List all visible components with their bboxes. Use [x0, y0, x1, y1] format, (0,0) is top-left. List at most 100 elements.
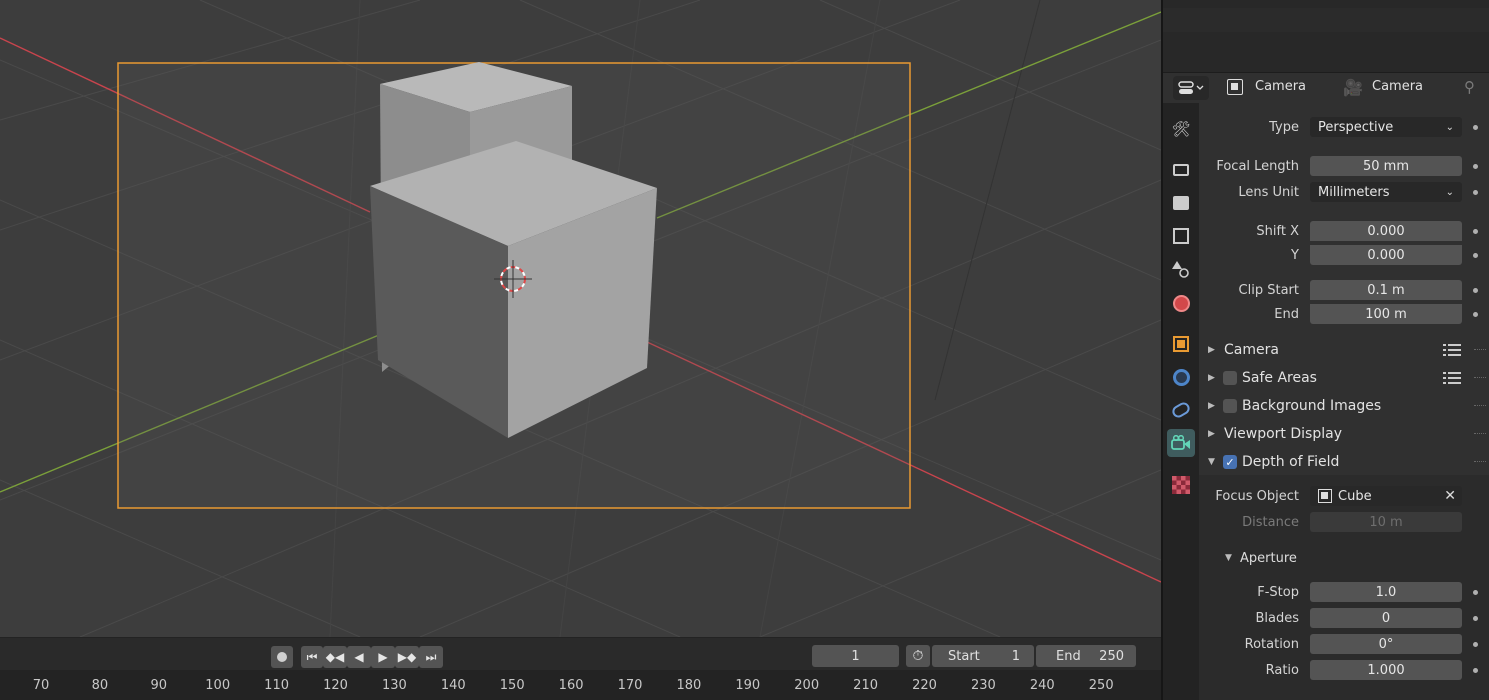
next-keyframe-icon: ▶◆: [397, 650, 417, 664]
tab-texture[interactable]: [1167, 471, 1195, 499]
preset-list-icon[interactable]: [1443, 343, 1461, 357]
render-camera-icon: [1173, 164, 1189, 176]
prev-keyframe-icon: ◆◀: [325, 650, 345, 664]
keyframe-dot[interactable]: [1473, 589, 1478, 595]
type-label: Type: [1269, 119, 1299, 135]
tab-world[interactable]: [1167, 289, 1195, 317]
focal-length-field[interactable]: 50 mm: [1310, 156, 1462, 176]
properties-editor-icon: [1178, 81, 1204, 94]
keyframe-dot[interactable]: [1473, 287, 1478, 293]
ruler-tick: 170: [617, 678, 643, 693]
jump-end-button[interactable]: ⏭: [419, 646, 443, 668]
tab-output[interactable]: [1167, 189, 1195, 217]
jump-start-icon: ⏮: [306, 649, 318, 664]
editor-type-button[interactable]: [1173, 76, 1209, 100]
clip-end-field[interactable]: 100 m: [1310, 304, 1462, 324]
ruler-tick: 130: [381, 678, 407, 693]
record-icon: [277, 652, 287, 662]
ruler-tick: 190: [735, 678, 761, 693]
background-images-checkbox[interactable]: [1223, 399, 1237, 413]
breadcrumb-data[interactable]: Camera: [1372, 79, 1423, 94]
keyframe-dot[interactable]: [1473, 252, 1478, 258]
ruler-tick: 80: [91, 678, 109, 693]
tab-physics[interactable]: [1167, 363, 1195, 391]
pin-icon[interactable]: ⚲: [1464, 78, 1475, 96]
focus-object-field[interactable]: Cube ✕: [1310, 486, 1462, 506]
keyframe-dot[interactable]: [1473, 667, 1478, 673]
aperture-subpanel[interactable]: ▼ Aperture: [1199, 547, 1489, 569]
start-value: 1: [1011, 648, 1020, 664]
ruler-tick: 200: [794, 678, 820, 693]
keyframe-dot[interactable]: [1473, 311, 1478, 317]
safe-areas-checkbox[interactable]: [1223, 371, 1237, 385]
fstop-field[interactable]: 1.0: [1310, 582, 1462, 602]
preset-list-icon[interactable]: [1443, 371, 1461, 385]
tab-view-layer[interactable]: [1167, 222, 1195, 250]
object-icon: [1318, 489, 1332, 503]
keyframe-dot[interactable]: [1473, 124, 1478, 130]
lens-unit-dropdown[interactable]: Millimeters ⌄: [1310, 182, 1462, 202]
lens-unit-row: Lens Unit Millimeters ⌄: [1199, 181, 1489, 203]
3d-viewport[interactable]: [0, 0, 1161, 637]
shift-y-field[interactable]: 0.000: [1310, 245, 1462, 265]
drag-grip-icon[interactable]: [1474, 349, 1486, 351]
drag-grip-icon[interactable]: [1474, 461, 1486, 463]
current-frame-field[interactable]: 1: [812, 645, 899, 667]
drag-grip-icon[interactable]: [1474, 405, 1486, 407]
distance-row: Distance 10 m: [1199, 511, 1489, 533]
ruler-tick: 90: [150, 678, 168, 693]
keyframe-dot[interactable]: [1473, 615, 1478, 621]
end-frame-field[interactable]: End 250: [1036, 645, 1136, 667]
drag-grip-icon[interactable]: [1474, 377, 1486, 379]
tab-scene[interactable]: [1167, 255, 1195, 283]
tab-render[interactable]: [1167, 156, 1195, 184]
depth-of-field-checkbox[interactable]: ✓: [1223, 455, 1237, 469]
ruler-tick: 160: [558, 678, 584, 693]
jump-start-button[interactable]: ⏮: [301, 646, 323, 668]
blades-field[interactable]: 0: [1310, 608, 1462, 628]
clear-x-icon[interactable]: ✕: [1444, 488, 1456, 504]
tab-tool[interactable]: 🛠: [1167, 115, 1195, 143]
ratio-field[interactable]: 1.000: [1310, 660, 1462, 680]
ruler-tick: 110: [264, 678, 290, 693]
panel-depth-of-field[interactable]: ▼ ✓ Depth of Field: [1199, 449, 1489, 475]
type-dropdown[interactable]: Perspective ⌄: [1310, 117, 1462, 137]
breadcrumb-object[interactable]: Camera: [1255, 79, 1306, 94]
fstop-row: F-Stop 1.0: [1199, 581, 1489, 603]
frame-ruler[interactable]: 70 80 90 100 110 120 130 140 150 160 170 180 190 200 2…: [0, 670, 1161, 700]
keyframe-dot[interactable]: [1473, 228, 1478, 234]
panel-safe-areas-title: Safe Areas: [1242, 370, 1317, 386]
start-label: Start: [948, 648, 980, 664]
panel-viewport-display[interactable]: ▶ Viewport Display: [1199, 421, 1489, 447]
record-button[interactable]: [271, 646, 293, 668]
play-reverse-button[interactable]: ◀: [347, 646, 371, 668]
globe-icon: [1172, 294, 1190, 312]
panel-background-images[interactable]: ▶ Background Images: [1199, 393, 1489, 419]
tab-object[interactable]: [1167, 330, 1195, 358]
outliner-row: [1163, 32, 1489, 56]
panel-safe-areas[interactable]: ▶ Safe Areas: [1199, 365, 1489, 391]
keyframe-dot[interactable]: [1473, 163, 1478, 169]
play-button[interactable]: ▶: [371, 646, 395, 668]
clip-end-row: End 100 m: [1199, 303, 1489, 325]
rotation-field[interactable]: 0°: [1310, 634, 1462, 654]
keyframe-dot[interactable]: [1473, 641, 1478, 647]
drag-grip-icon[interactable]: [1474, 433, 1486, 435]
next-keyframe-button[interactable]: ▶◆: [395, 646, 419, 668]
blades-row: Blades 0: [1199, 607, 1489, 629]
clip-start-field[interactable]: 0.1 m: [1310, 280, 1462, 300]
type-row: Type Perspective ⌄: [1199, 116, 1489, 138]
chevron-down-icon: ⌄: [1445, 186, 1454, 198]
shift-y-row: Y 0.000: [1199, 244, 1489, 266]
preview-range-button[interactable]: ⏱: [906, 645, 930, 667]
ruler-tick: 240: [1029, 678, 1055, 693]
panel-camera[interactable]: ▶ Camera: [1199, 337, 1489, 363]
keyframe-dot[interactable]: [1473, 189, 1478, 195]
start-frame-field[interactable]: Start 1: [932, 645, 1034, 667]
outliner[interactable]: [1163, 0, 1489, 72]
tab-constraints[interactable]: [1167, 396, 1195, 424]
shift-x-field[interactable]: 0.000: [1310, 221, 1462, 241]
clip-start-row: Clip Start 0.1 m: [1199, 279, 1489, 301]
tab-camera-data[interactable]: [1167, 429, 1195, 457]
prev-keyframe-button[interactable]: ◆◀: [323, 646, 347, 668]
